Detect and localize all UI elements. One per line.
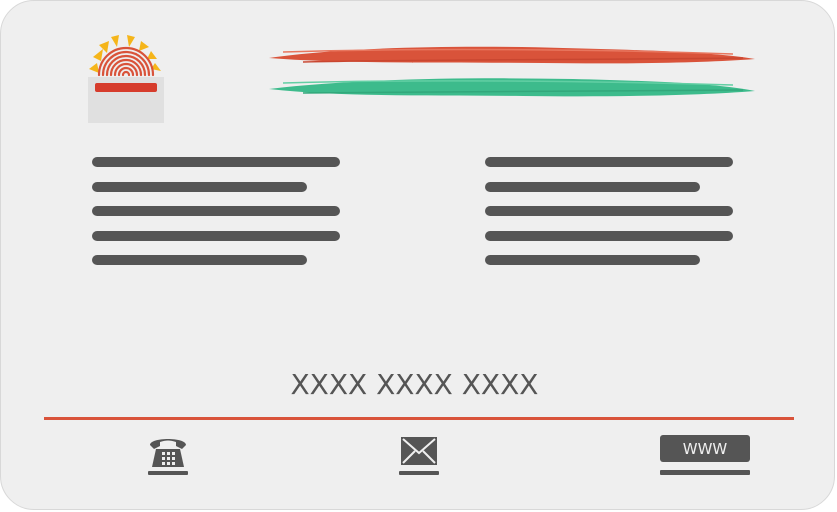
text-line (485, 157, 733, 167)
id-number: XXXX XXXX XXXX (290, 368, 539, 401)
text-line (485, 255, 700, 265)
footer-divider (44, 417, 794, 420)
telephone-icon (148, 439, 188, 475)
text-line (485, 181, 700, 192)
envelope-icon (399, 437, 439, 475)
fingerprint-sun-logo (88, 35, 164, 123)
green-stripe (269, 78, 755, 97)
text-line (92, 157, 340, 167)
text-line (92, 181, 307, 192)
right-info-lines (485, 157, 737, 280)
text-line (485, 230, 733, 241)
text-line (92, 255, 307, 265)
text-line (485, 206, 733, 216)
text-line (92, 206, 340, 216)
www-label: WWW (683, 440, 728, 458)
website-icon: WWW (660, 435, 750, 475)
text-line (92, 230, 340, 241)
flag-stripes (269, 46, 755, 97)
id-card: XXXX XXXX XXXX WWW (0, 0, 835, 510)
left-info-lines (92, 157, 344, 280)
saffron-stripe (269, 46, 755, 64)
